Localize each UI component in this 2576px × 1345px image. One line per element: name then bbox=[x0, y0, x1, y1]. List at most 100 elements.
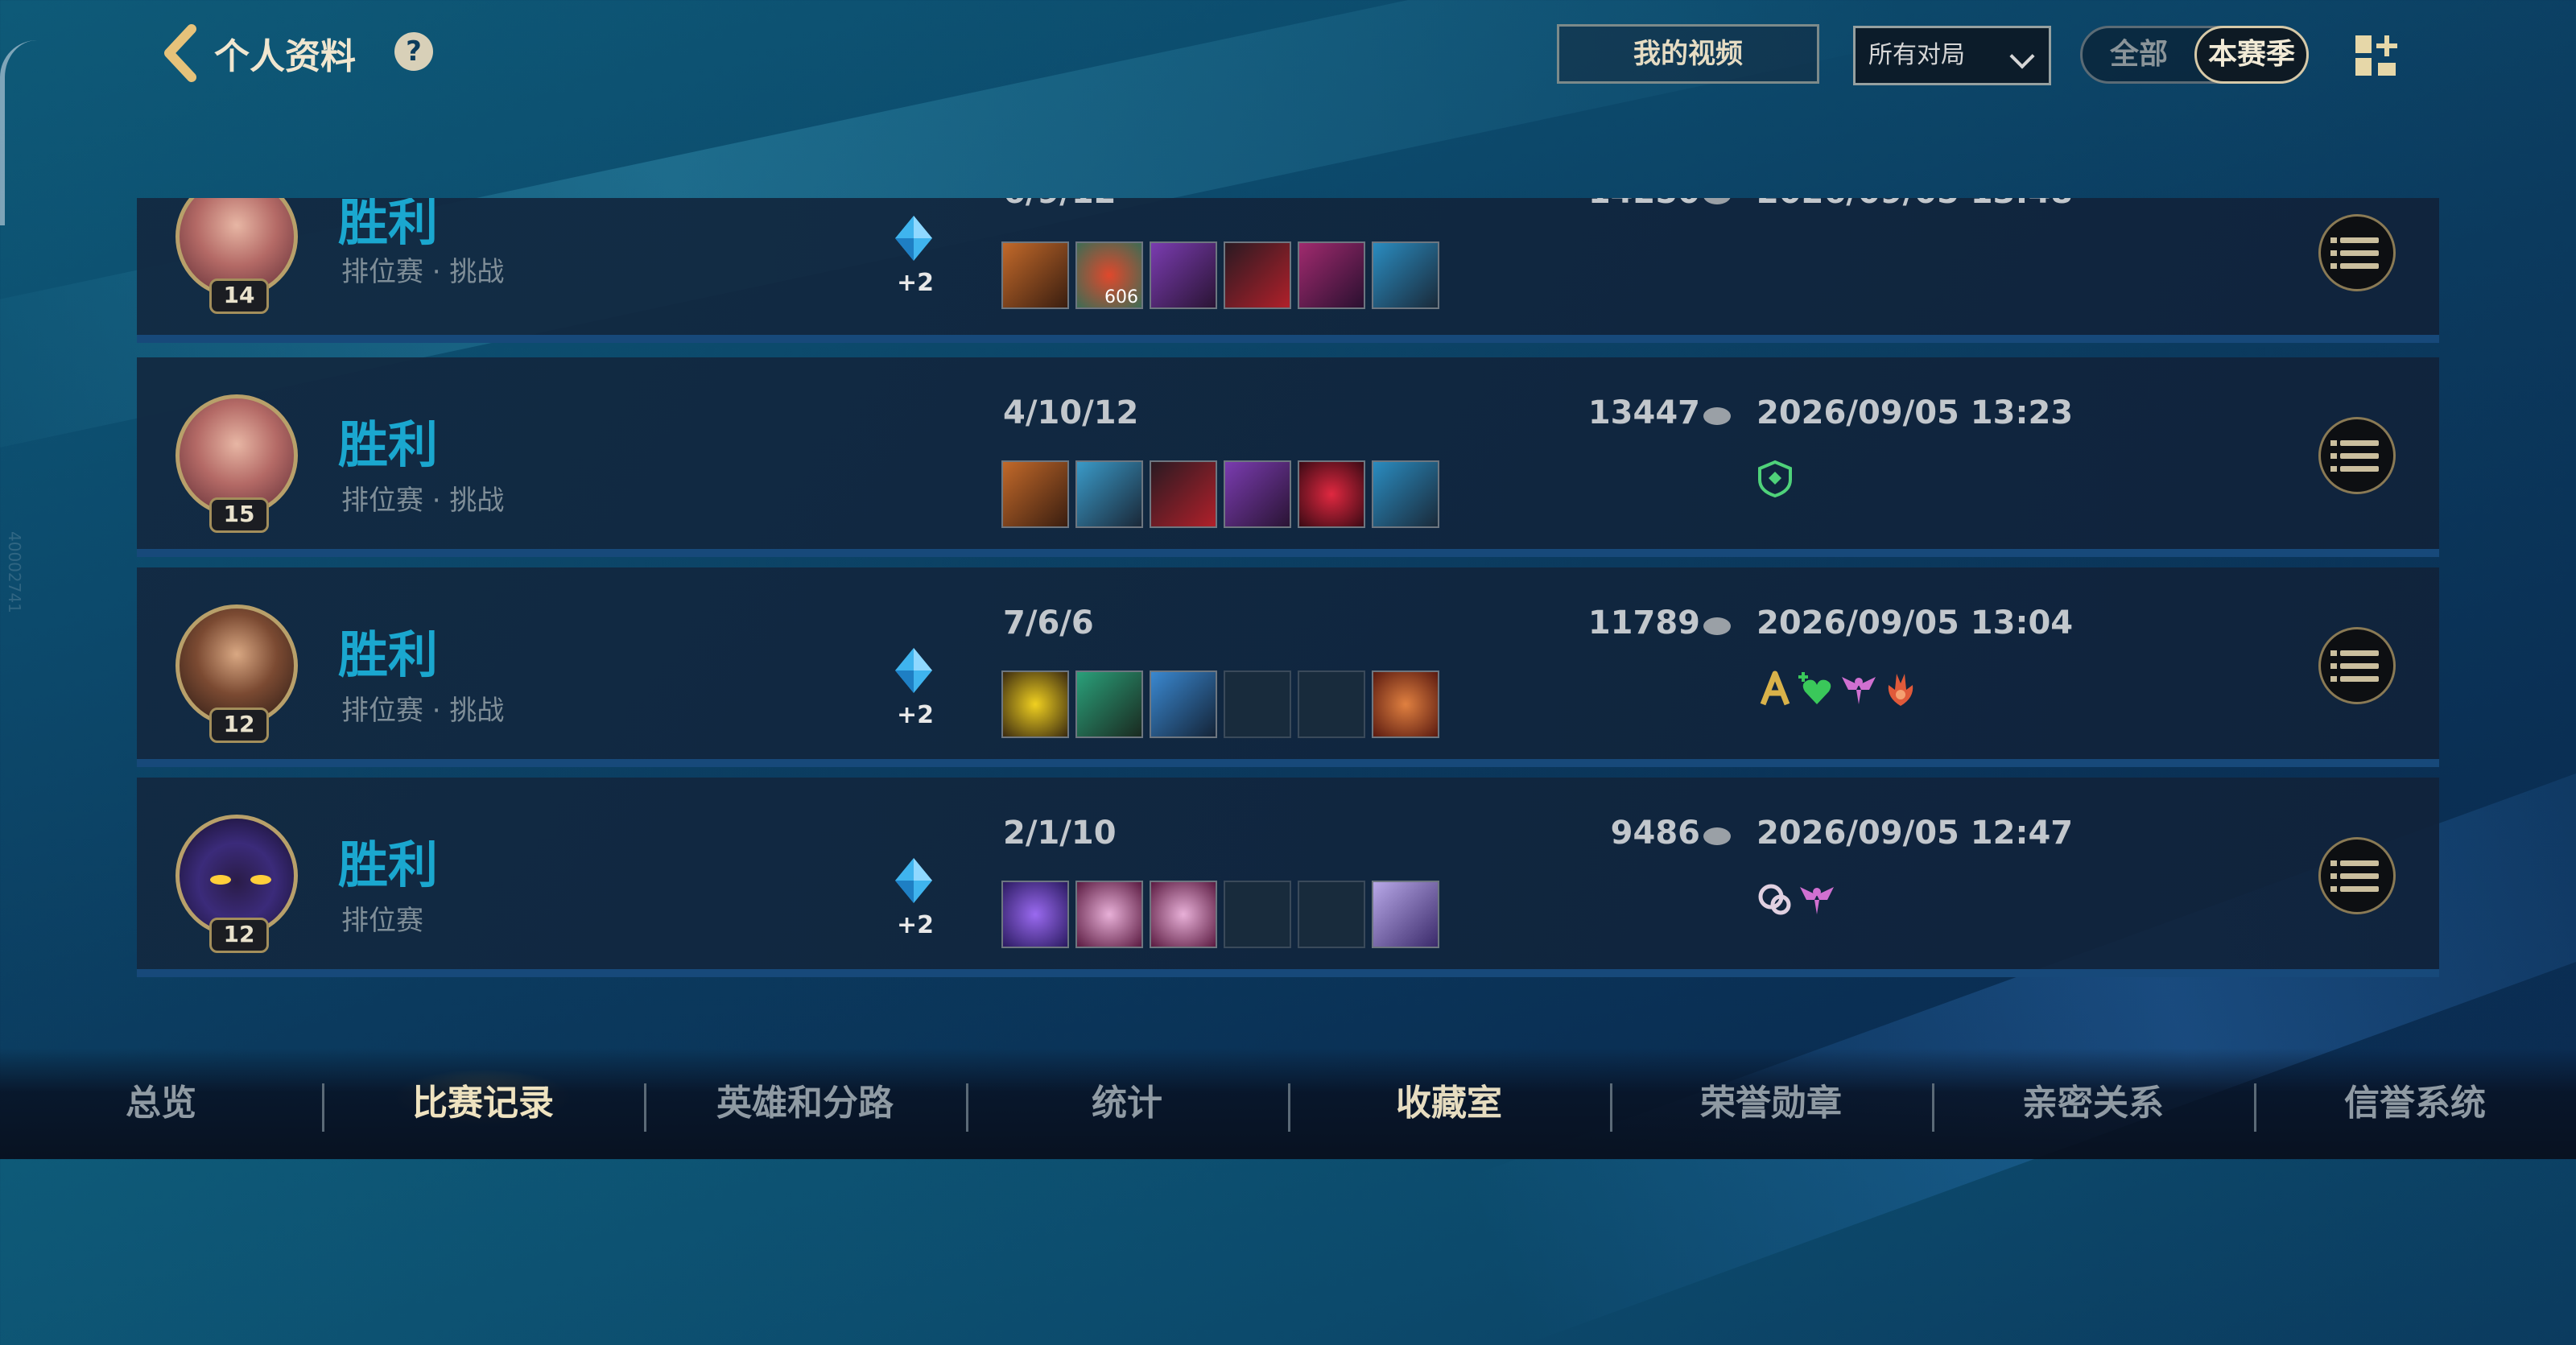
match-detail-button[interactable] bbox=[2318, 417, 2396, 494]
gold-earned: 14250 bbox=[1425, 198, 1731, 211]
item-slot-empty bbox=[1298, 670, 1365, 738]
gold-earned: 11789 bbox=[1425, 604, 1731, 642]
tab-statistics[interactable]: 统计 bbox=[966, 1074, 1288, 1125]
page-title: 个人资料 bbox=[214, 36, 356, 77]
champion-avatar: 12 bbox=[175, 604, 298, 743]
item-slot bbox=[1150, 670, 1217, 738]
item-slot bbox=[1372, 460, 1439, 528]
match-result: 胜利 bbox=[338, 835, 439, 894]
season-toggle[interactable]: 全部 本赛季 bbox=[2080, 26, 2309, 84]
link-badge-icon bbox=[1758, 884, 1791, 915]
chevron-down-icon bbox=[2009, 43, 2035, 69]
item-slot bbox=[1298, 460, 1365, 528]
match-detail-button[interactable] bbox=[2318, 214, 2396, 291]
item-slot bbox=[1150, 241, 1217, 309]
match-result: 胜利 bbox=[338, 198, 439, 252]
kda-text: 2/1/10 bbox=[1003, 815, 1117, 852]
champion-avatar: 14 bbox=[175, 198, 298, 314]
gold-earned: 13447 bbox=[1425, 394, 1731, 431]
tab-honor[interactable]: 荣誉勋章 bbox=[1610, 1074, 1932, 1125]
heal-badge-icon bbox=[1798, 672, 1831, 704]
match-row[interactable]: 12 胜利 排位赛 +2 2/1/10 9486 2026/09/05 12:4… bbox=[137, 778, 2439, 977]
gold-earned: 9486 bbox=[1425, 815, 1731, 852]
champion-level: 12 bbox=[209, 918, 269, 953]
kda-text: 6/9/12 bbox=[1003, 198, 1117, 211]
shield-badge-icon bbox=[1758, 460, 1792, 498]
tab-match-history[interactable]: 比赛记录 bbox=[322, 1069, 644, 1125]
match-datetime: 2026/09/05 13:23 bbox=[1757, 394, 2074, 431]
item-slot bbox=[1001, 670, 1069, 738]
item-slot bbox=[1075, 881, 1143, 948]
item-slot bbox=[1298, 241, 1365, 309]
champion-level: 14 bbox=[209, 278, 269, 314]
match-datetime: 2026/09/05 13:04 bbox=[1757, 604, 2074, 642]
match-detail-button[interactable] bbox=[2318, 627, 2396, 704]
match-mode: 排位赛 · 挑战 bbox=[341, 695, 505, 727]
gold-coin-icon bbox=[1703, 198, 1731, 204]
toggle-option-season[interactable]: 本赛季 bbox=[2194, 26, 2309, 84]
match-row[interactable]: 14 胜利 排位赛 · 挑战 +2 6/9/12 14250 606 2026/… bbox=[137, 198, 2439, 343]
item-slot bbox=[1372, 881, 1439, 948]
item-slot bbox=[1150, 881, 1217, 948]
item-slot bbox=[1372, 670, 1439, 738]
champion-level: 15 bbox=[209, 497, 269, 533]
match-list[interactable]: 14 胜利 排位赛 · 挑战 +2 6/9/12 14250 606 2026/… bbox=[137, 198, 2439, 977]
toggle-option-all[interactable]: 全部 bbox=[2110, 28, 2168, 81]
kda-text: 4/10/12 bbox=[1003, 394, 1139, 431]
item-slot: 606 bbox=[1075, 241, 1143, 309]
item-slot bbox=[1001, 241, 1069, 309]
item-slot-empty bbox=[1298, 881, 1365, 948]
match-datetime: 2026/09/05 12:47 bbox=[1757, 815, 2074, 852]
gem-icon bbox=[894, 214, 934, 262]
match-row[interactable]: 15 胜利 排位赛 · 挑战 4/10/12 13447 2026/09/05 … bbox=[137, 357, 2439, 557]
gem-bonus: +2 bbox=[897, 911, 935, 939]
tab-overview[interactable]: 总览 bbox=[0, 1074, 322, 1125]
layout-add-icon[interactable] bbox=[2354, 34, 2397, 77]
side-id-text: 40002741 bbox=[5, 531, 24, 613]
tab-collection[interactable]: 收藏室 bbox=[1288, 1074, 1610, 1125]
match-result: 胜利 bbox=[338, 625, 439, 684]
gold-coin-icon bbox=[1703, 617, 1731, 635]
tab-champions-lanes[interactable]: 英雄和分路 bbox=[644, 1074, 966, 1125]
gem-icon bbox=[894, 646, 934, 695]
champion-level: 12 bbox=[209, 708, 269, 743]
flame-badge-icon bbox=[1888, 674, 1913, 706]
item-stack-count: 606 bbox=[1104, 287, 1138, 307]
tab-relationships[interactable]: 亲密关系 bbox=[1932, 1074, 2254, 1125]
header: 个人资料 ? 我的视频 所有对局 全部 本赛季 bbox=[0, 0, 2576, 105]
help-icon[interactable]: ? bbox=[394, 32, 433, 71]
item-slot bbox=[1075, 460, 1143, 528]
item-slot bbox=[1001, 881, 1069, 948]
back-arrow-icon[interactable] bbox=[161, 24, 200, 82]
match-detail-button[interactable] bbox=[2318, 837, 2396, 914]
kda-text: 7/6/6 bbox=[1003, 604, 1094, 642]
match-filter-value: 所有对局 bbox=[1868, 41, 1965, 69]
item-slot bbox=[1224, 460, 1291, 528]
gem-bonus: +2 bbox=[897, 269, 935, 297]
gem-bonus: +2 bbox=[897, 701, 935, 729]
wings-badge-icon bbox=[1800, 887, 1834, 914]
match-datetime: 2026/09/05 13:48 bbox=[1757, 198, 2073, 211]
match-filter-select[interactable]: 所有对局 bbox=[1853, 26, 2051, 85]
item-slot bbox=[1224, 241, 1291, 309]
tab-reputation[interactable]: 信誉系统 bbox=[2254, 1074, 2576, 1125]
match-mode: 排位赛 · 挑战 bbox=[341, 485, 505, 517]
champion-avatar: 15 bbox=[175, 394, 298, 533]
bottom-tab-bar: 总览 比赛记录 英雄和分路 统计 收藏室 荣誉勋章 亲密关系 信誉系统 bbox=[0, 1048, 2576, 1159]
gem-icon bbox=[894, 856, 934, 905]
gold-coin-icon bbox=[1703, 407, 1731, 425]
my-videos-button[interactable]: 我的视频 bbox=[1557, 24, 1819, 84]
item-slot bbox=[1372, 241, 1439, 309]
item-slot-empty bbox=[1224, 670, 1291, 738]
wings-badge-icon bbox=[1842, 677, 1876, 704]
gold-coin-icon bbox=[1703, 827, 1731, 845]
match-result: 胜利 bbox=[338, 415, 439, 474]
item-slot bbox=[1150, 460, 1217, 528]
champion-avatar: 12 bbox=[175, 815, 298, 953]
match-mode: 排位赛 bbox=[341, 905, 423, 937]
match-mode: 排位赛 · 挑战 bbox=[341, 256, 505, 288]
rank-a-badge-icon bbox=[1760, 670, 1790, 706]
match-row[interactable]: 12 胜利 排位赛 · 挑战 +2 7/6/6 11789 2026/09/05… bbox=[137, 567, 2439, 767]
item-slot bbox=[1001, 460, 1069, 528]
item-slot bbox=[1075, 670, 1143, 738]
